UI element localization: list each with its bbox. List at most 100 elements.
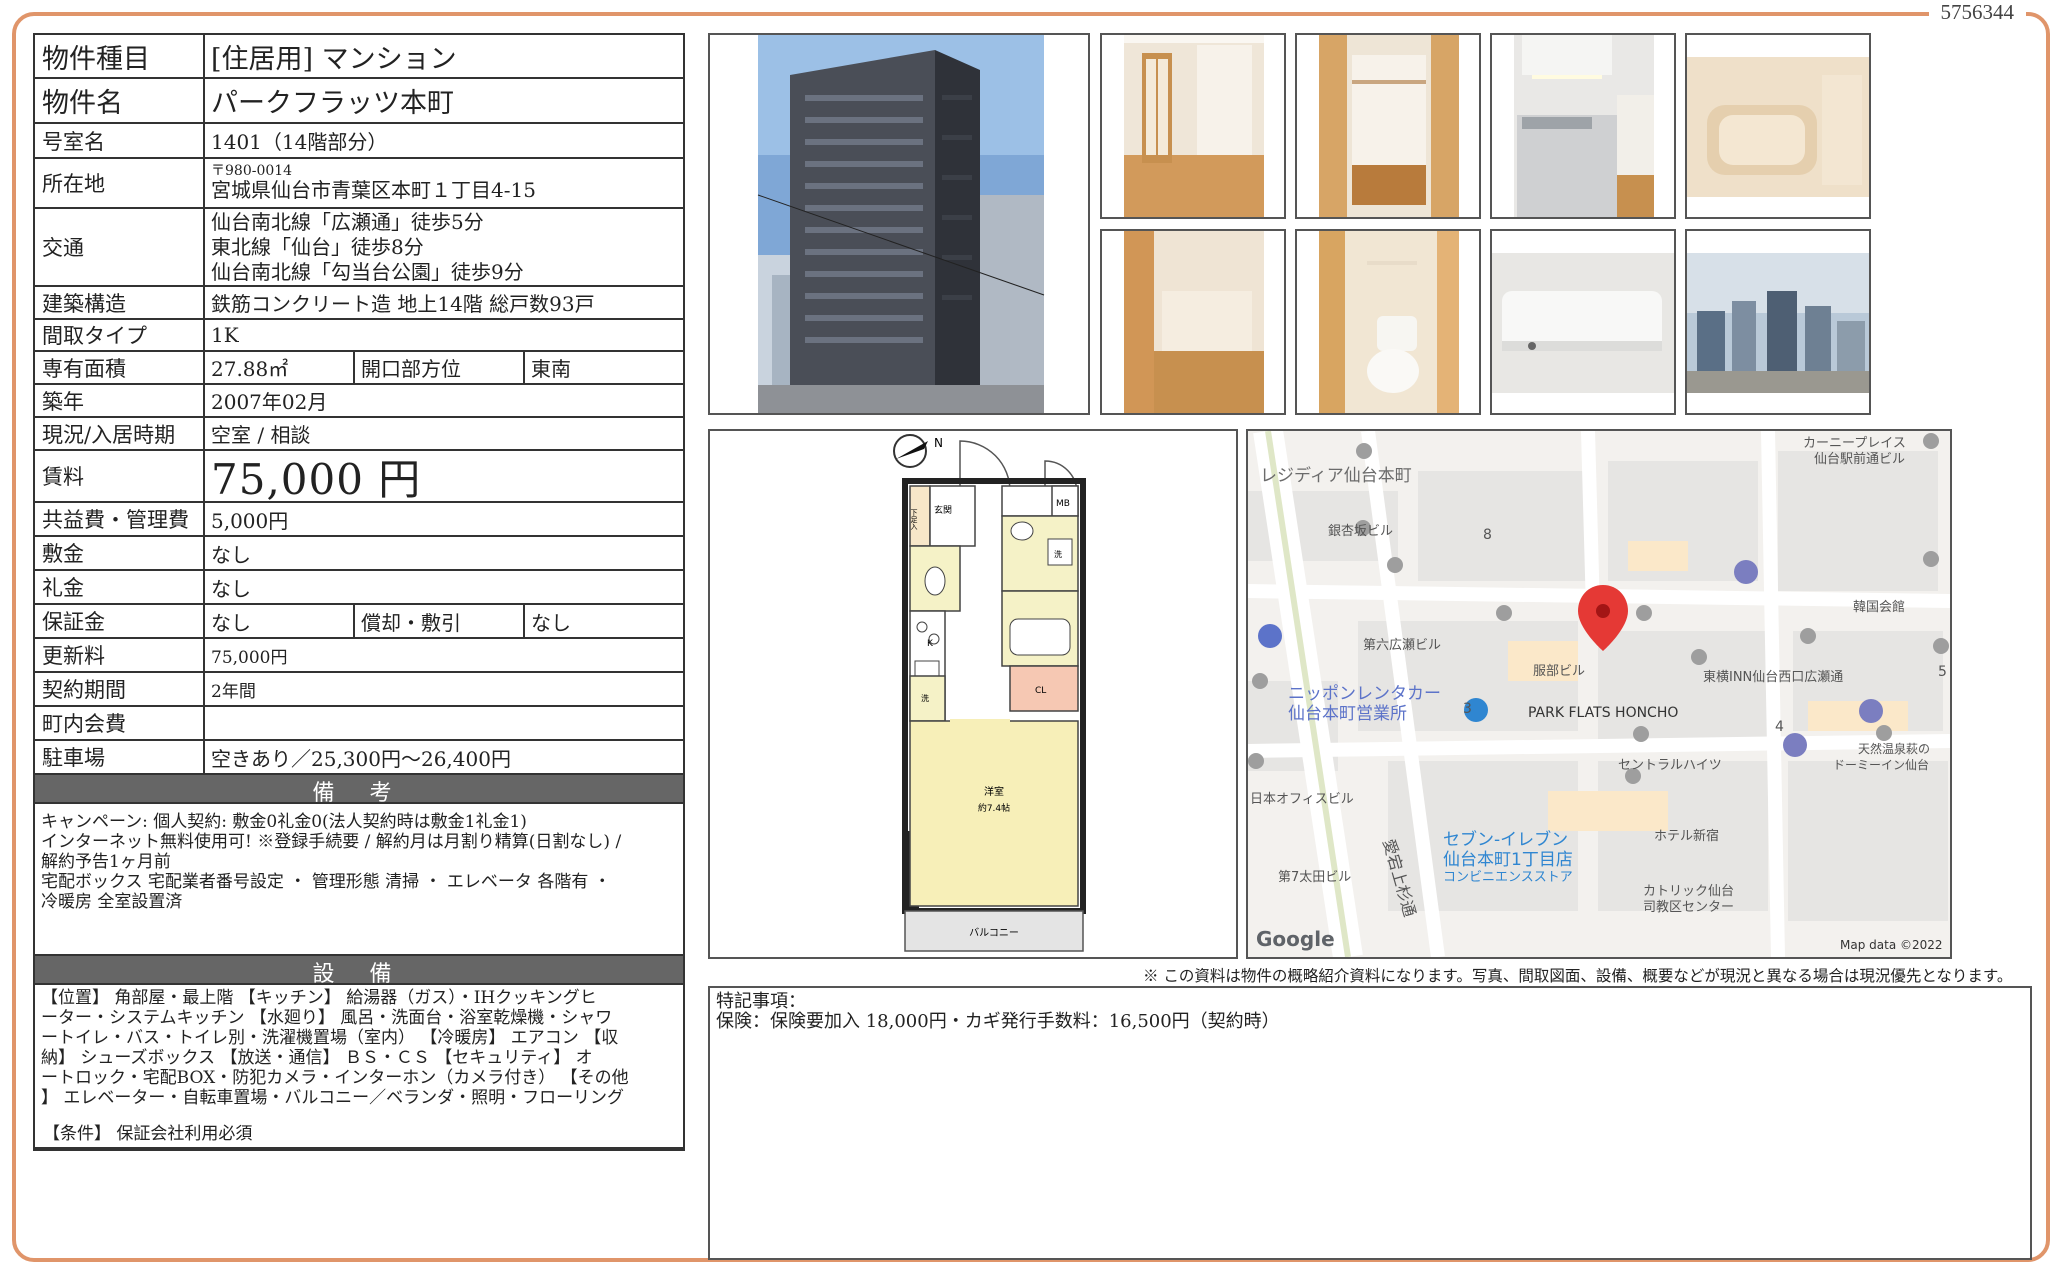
label-key-money: 礼金 — [35, 571, 205, 603]
label-room: 号室名 — [35, 124, 205, 157]
row-renewal: 更新料 75,000円 — [35, 639, 683, 673]
plan-label-shoes: 下足入 — [910, 509, 918, 530]
label-amortization: 償却・敷引 — [355, 605, 525, 637]
plan-label-wash2: 洗 — [921, 693, 929, 703]
remarks-line: インターネット無料使用可! ※登録手続要 / 解約月は月割り精算(日割なし) / — [41, 832, 622, 852]
remarks-line: 解約予告1ヶ月前 — [41, 852, 171, 872]
label-status: 現況/入居時期 — [35, 418, 205, 449]
row-town-fee: 町内会費 — [35, 707, 683, 741]
photo-entrance — [1100, 229, 1286, 415]
access-line: 東北線「仙台」徒歩8分 — [211, 234, 424, 259]
map-label: 日本オフィスビル — [1250, 792, 1354, 807]
map-label: 3 — [1463, 701, 1472, 717]
map-label: 銀杏坂ビル — [1328, 524, 1393, 539]
map-attribution: Map data ©2022 — [1840, 938, 1943, 952]
equipment-line: 【位置】 角部屋・最上階 【キッチン】 給湯器（ガス）・IHクッキングヒ — [41, 988, 597, 1008]
photo-room — [1100, 33, 1286, 219]
map-label: 天然温泉萩の — [1858, 741, 1930, 756]
plan-label-room-size: 約7.4帖 — [978, 802, 1010, 814]
map-label: 第7太田ビル — [1278, 870, 1351, 885]
value-status: 空室 / 相談 — [211, 423, 311, 447]
equipment-line: ートロック・宅配BOX・防犯カメラ・インターホン（カメラ付き） 【その他 — [41, 1068, 629, 1088]
label-rent: 賃料 — [35, 451, 205, 501]
row-property-type: 物件種目 [住居用] マンション — [35, 35, 683, 79]
label-direction: 開口部方位 — [355, 352, 525, 383]
map-label: カーニープレイス — [1803, 436, 1906, 451]
label-built: 築年 — [35, 385, 205, 416]
google-logo: Google — [1256, 927, 1335, 951]
map-label: ホテル新宿 — [1654, 828, 1719, 844]
row-guarantee: 保証金 なし 償却・敷引 なし — [35, 605, 683, 639]
plan-label-wash: 洗 — [1054, 549, 1062, 559]
equipment-header: 設 備 — [35, 956, 683, 987]
row-key-money: 礼金 なし — [35, 571, 683, 605]
value-address: 〒980-0014 宮城県仙台市青葉区本町１丁目4-15 — [205, 159, 683, 207]
map-label: レジディア仙台本町 — [1260, 465, 1412, 486]
row-address: 所在地 〒980-0014 宮城県仙台市青葉区本町１丁目4-15 — [35, 159, 683, 209]
map-label: カトリック仙台 — [1643, 884, 1734, 899]
plan-label-closet: CL — [1035, 686, 1046, 696]
room-image — [1102, 35, 1284, 217]
photo-kitchen — [1490, 33, 1676, 219]
value-fee: 5,000円 — [211, 508, 289, 533]
value-renewal: 75,000円 — [211, 647, 288, 668]
value-area: 27.88㎡ — [205, 352, 355, 383]
equipment-line: 納】 シューズボックス 【放送・通信】 ＢＳ・ＣＳ 【セキュリティ】 オ — [41, 1048, 593, 1068]
label-property-type: 物件種目 — [35, 35, 205, 77]
row-access: 交通 仙台南北線「広瀬通」徒歩5分 東北線「仙台」徒歩8分 仙台南北線「勾当台公… — [35, 209, 683, 287]
value-rent: 75,000 円 — [211, 454, 422, 502]
map-label: ドーミーイン仙台 — [1833, 757, 1929, 772]
row-layout: 間取タイプ 1K — [35, 320, 683, 352]
city-view-image — [1687, 231, 1869, 413]
remarks-line: 冷暖房 全室設置済 — [41, 892, 183, 912]
value-access: 仙台南北線「広瀬通」徒歩5分 東北線「仙台」徒歩8分 仙台南北線「勾当台公園」徒… — [205, 209, 683, 285]
photo-closet — [1295, 33, 1481, 219]
label-address: 所在地 — [35, 159, 205, 207]
value-property-type: [住居用] マンション — [211, 43, 457, 75]
row-parking: 駐車場 空きあり／25,300円〜26,400円 — [35, 741, 683, 775]
row-rent: 賃料 75,000 円 — [35, 451, 683, 503]
building-exterior-image — [757, 35, 1045, 413]
label-layout: 間取タイプ — [35, 320, 205, 350]
equipment-line: ーター・システムキッチン 【水廻り】 風呂・洗面台・浴室乾燥機・シャワ — [41, 1008, 613, 1028]
map-label: 服部ビル — [1533, 664, 1585, 679]
kitchen-image — [1492, 35, 1674, 217]
label-area: 専有面積 — [35, 352, 205, 383]
photo-exterior — [708, 33, 1090, 415]
label-access: 交通 — [35, 209, 205, 285]
entrance-image — [1102, 231, 1284, 413]
map-label: 5 — [1938, 664, 1947, 680]
label-structure: 建築構造 — [35, 287, 205, 318]
row-fee: 共益費・管理費 5,000円 — [35, 503, 683, 537]
location-map: レジディア仙台本町 銀杏坂ビル 8 第六広瀬ビル 服部ビル PARK FLATS… — [1246, 429, 1952, 959]
photo-aircon — [1490, 229, 1676, 415]
row-property-name: 物件名 パークフラッツ本町 — [35, 79, 683, 124]
map-label: セブン-イレブン — [1443, 829, 1568, 850]
remarks-header: 備 考 — [35, 775, 683, 806]
map-canvas: レジディア仙台本町 銀杏坂ビル 8 第六広瀬ビル 服部ビル PARK FLATS… — [1248, 431, 1950, 957]
value-guarantee: なし — [205, 605, 355, 637]
label-contract: 契約期間 — [35, 673, 205, 705]
value-layout: 1K — [211, 323, 239, 347]
compass-icon: N — [893, 434, 943, 468]
closet-image — [1297, 35, 1479, 217]
air-conditioner-image — [1492, 231, 1674, 413]
floor-plan: N 玄関 下足入 MB 洗 K 洗 CL 洋室 約7.4帖 バルコニー — [708, 429, 1238, 959]
plan-label-room: 洋室 — [984, 785, 1004, 798]
map-label: 仙台本町営業所 — [1288, 704, 1407, 724]
document-id: 5756344 — [1928, 0, 2026, 25]
parking-icon — [1783, 733, 1807, 757]
value-structure: 鉄筋コンクリート造 地上14階 総戸数93戸 — [211, 292, 595, 316]
row-deposit: 敷金 なし — [35, 537, 683, 571]
disclaimer-note: ※ この資料は物件の概略紹介資料になります。写真、間取図面、設備、概要などが現況… — [1143, 967, 2013, 985]
equipment-line: ートイレ・バス・トイレ別・洗濯機置場（室内） 【冷暖房】 エアコン 【収 — [41, 1028, 619, 1048]
map-label: 仙台本町1丁目店 — [1443, 850, 1573, 870]
toilet-image — [1297, 231, 1479, 413]
map-label: PARK FLATS HONCHO — [1528, 705, 1678, 721]
map-label: 4 — [1775, 719, 1784, 735]
special-notes-box: 特記事項： 保険：保険要加入 18,000円・カギ発行手数料：16,500円（契… — [708, 986, 2032, 1260]
label-property-name: 物件名 — [35, 79, 205, 122]
row-built: 築年 2007年02月 — [35, 385, 683, 418]
label-parking: 駐車場 — [35, 741, 205, 773]
map-label: コンビニエンスストア — [1443, 870, 1573, 885]
